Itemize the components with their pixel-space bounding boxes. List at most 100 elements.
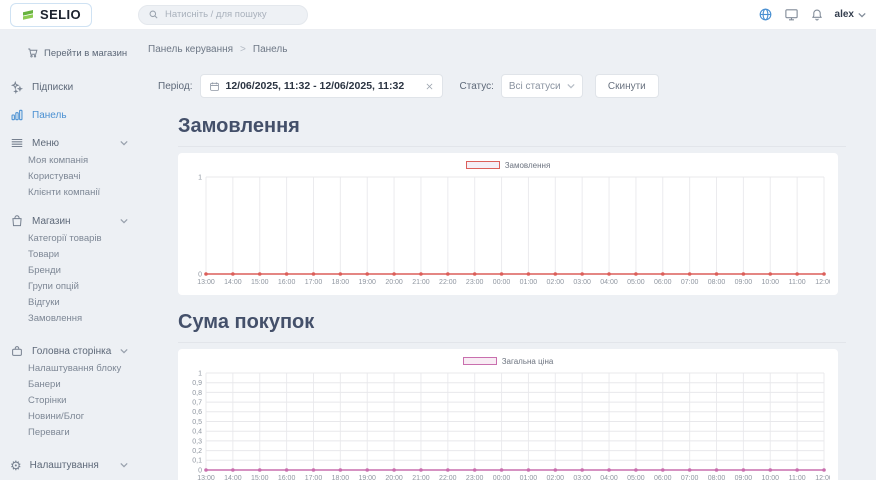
purchase-sum-section-title: Сума покупок — [178, 311, 846, 343]
reset-button[interactable]: Скинути — [595, 74, 659, 98]
svg-text:0,9: 0,9 — [192, 380, 202, 387]
svg-text:16:00: 16:00 — [278, 475, 296, 480]
clear-period-icon[interactable] — [425, 82, 434, 91]
status-label: Статус: — [460, 81, 494, 92]
svg-text:03:00: 03:00 — [573, 475, 591, 480]
status-select[interactable]: Всі статуси — [501, 74, 583, 98]
sidebar-item-subscriptions[interactable]: Підписки — [0, 78, 140, 96]
user-menu[interactable]: alex — [835, 9, 866, 20]
svg-text:10:00: 10:00 — [761, 279, 779, 286]
svg-text:15:00: 15:00 — [251, 279, 269, 286]
sidebar-subitem-block-settings[interactable]: Налаштування блоку — [0, 360, 140, 376]
breadcrumb-item-dashboard-root[interactable]: Панель керування — [148, 44, 233, 55]
store-submenu: Категорії товарів Товари Бренди Групи оп… — [0, 230, 140, 326]
go-to-store-link[interactable]: Перейти в магазин — [27, 44, 140, 62]
svg-text:02:00: 02:00 — [547, 279, 565, 286]
svg-text:11:00: 11:00 — [789, 475, 806, 480]
svg-text:09:00: 09:00 — [735, 475, 753, 480]
sidebar-item-dashboard[interactable]: Панель — [0, 106, 140, 124]
sidebar-subitem-product-categories[interactable]: Категорії товарів — [0, 230, 140, 246]
sidebar-item-label: Меню — [32, 138, 59, 149]
subscriptions-icon — [10, 80, 24, 94]
go-to-store-label: Перейти в магазин — [44, 48, 127, 59]
svg-text:08:00: 08:00 — [708, 279, 726, 286]
breadcrumb: Панель керування > Панель — [148, 44, 876, 55]
sidebar-subitem-news-blog[interactable]: Новини/Блог — [0, 408, 140, 424]
breadcrumb-separator: > — [240, 44, 246, 55]
sidebar-item-store[interactable]: Магазин — [0, 212, 140, 230]
svg-text:03:00: 03:00 — [573, 279, 591, 286]
svg-text:01:00: 01:00 — [520, 475, 538, 480]
handbag-icon — [10, 344, 24, 358]
svg-text:18:00: 18:00 — [332, 279, 350, 286]
period-date-range-input[interactable]: 12/06/2025, 11:32 - 12/06/2025, 11:32 — [200, 74, 443, 98]
search-input[interactable]: Натисніть / для пошуку — [138, 5, 308, 25]
purchase-sum-chart-legend[interactable]: Загальна ціна — [186, 354, 830, 368]
svg-text:10:00: 10:00 — [761, 475, 779, 480]
svg-text:00:00: 00:00 — [493, 279, 511, 286]
filter-bar: Період: 12/06/2025, 11:32 - 12/06/2025, … — [158, 73, 876, 99]
sidebar-subitem-banners[interactable]: Банери — [0, 376, 140, 392]
sidebar-subitem-pages[interactable]: Сторінки — [0, 392, 140, 408]
sidebar-item-settings[interactable]: ⚙ Налаштування — [0, 456, 140, 474]
svg-text:17:00: 17:00 — [305, 475, 323, 480]
period-label: Період: — [158, 81, 193, 92]
sidebar-subitem-option-groups[interactable]: Групи опцій — [0, 278, 140, 294]
topbar: SELIO Натисніть / для пошуку a — [0, 0, 876, 30]
sidebar-subitem-company-clients[interactable]: Клієнти компанії — [0, 184, 140, 200]
svg-text:16:00: 16:00 — [278, 279, 296, 286]
search-icon — [148, 9, 159, 20]
sidebar-subitem-users[interactable]: Користувачі — [0, 168, 140, 184]
orders-chart-legend[interactable]: Замовлення — [186, 158, 830, 172]
svg-text:22:00: 22:00 — [439, 279, 457, 286]
purchase-sum-line-chart[interactable]: 10,90,80,70,60,50,40,30,20,1013:0014:001… — [186, 368, 830, 480]
sidebar-subitem-products[interactable]: Товари — [0, 246, 140, 262]
home-page-submenu: Налаштування блоку Банери Сторінки Новин… — [0, 360, 140, 440]
shopping-bag-icon — [10, 214, 24, 228]
chevron-down-icon — [120, 348, 128, 354]
logo[interactable]: SELIO — [10, 3, 92, 27]
user-name: alex — [835, 9, 854, 20]
language-globe-icon[interactable] — [758, 7, 773, 22]
sidebar-item-home-page[interactable]: Головна сторінка — [0, 342, 140, 360]
menu-list-icon — [10, 136, 24, 150]
svg-text:05:00: 05:00 — [627, 279, 645, 286]
calendar-icon — [209, 81, 220, 92]
svg-text:17:00: 17:00 — [305, 279, 323, 286]
orders-line-chart[interactable]: 1013:0014:0015:0016:0017:0018:0019:0020:… — [186, 172, 830, 290]
sidebar-subitem-benefits[interactable]: Переваги — [0, 424, 140, 440]
notifications-bell-icon[interactable] — [810, 8, 824, 22]
svg-text:09:00: 09:00 — [735, 279, 753, 286]
main-content: Панель керування > Панель Період: 12/06/… — [140, 30, 876, 480]
sidebar-subitem-orders[interactable]: Замовлення — [0, 310, 140, 326]
menu-submenu: Моя компанія Користувачі Клієнти компані… — [0, 152, 140, 200]
svg-text:21:00: 21:00 — [412, 279, 430, 286]
orders-section-title: Замовлення — [178, 115, 846, 147]
svg-text:0,3: 0,3 — [192, 438, 202, 445]
sidebar-subitem-reviews[interactable]: Відгуки — [0, 294, 140, 310]
svg-text:12:00: 12:00 — [815, 279, 830, 286]
svg-text:20:00: 20:00 — [385, 475, 403, 480]
svg-text:18:00: 18:00 — [332, 475, 350, 480]
svg-text:23:00: 23:00 — [466, 475, 484, 480]
svg-text:00:00: 00:00 — [493, 475, 511, 480]
period-value: 12/06/2025, 11:32 - 12/06/2025, 11:32 — [226, 80, 405, 92]
svg-text:1: 1 — [198, 174, 202, 181]
topbar-actions: alex — [758, 7, 866, 22]
sidebar: Перейти в магазин Підписки Панель — [0, 30, 140, 480]
status-selected-value: Всі статуси — [509, 81, 561, 92]
sidebar-item-menu[interactable]: Меню — [0, 134, 140, 152]
svg-text:11:00: 11:00 — [789, 279, 806, 286]
logo-text: SELIO — [40, 7, 81, 22]
svg-text:0,8: 0,8 — [192, 390, 202, 397]
bar-chart-icon — [10, 108, 24, 122]
svg-text:02:00: 02:00 — [547, 475, 565, 480]
sidebar-subitem-my-company[interactable]: Моя компанія — [0, 152, 140, 168]
svg-text:08:00: 08:00 — [708, 475, 726, 480]
sidebar-subitem-brands[interactable]: Бренди — [0, 262, 140, 278]
chevron-down-icon — [120, 140, 128, 146]
svg-text:19:00: 19:00 — [358, 475, 376, 480]
legend-label: Замовлення — [505, 161, 551, 170]
svg-text:06:00: 06:00 — [654, 475, 672, 480]
display-icon[interactable] — [784, 7, 799, 22]
